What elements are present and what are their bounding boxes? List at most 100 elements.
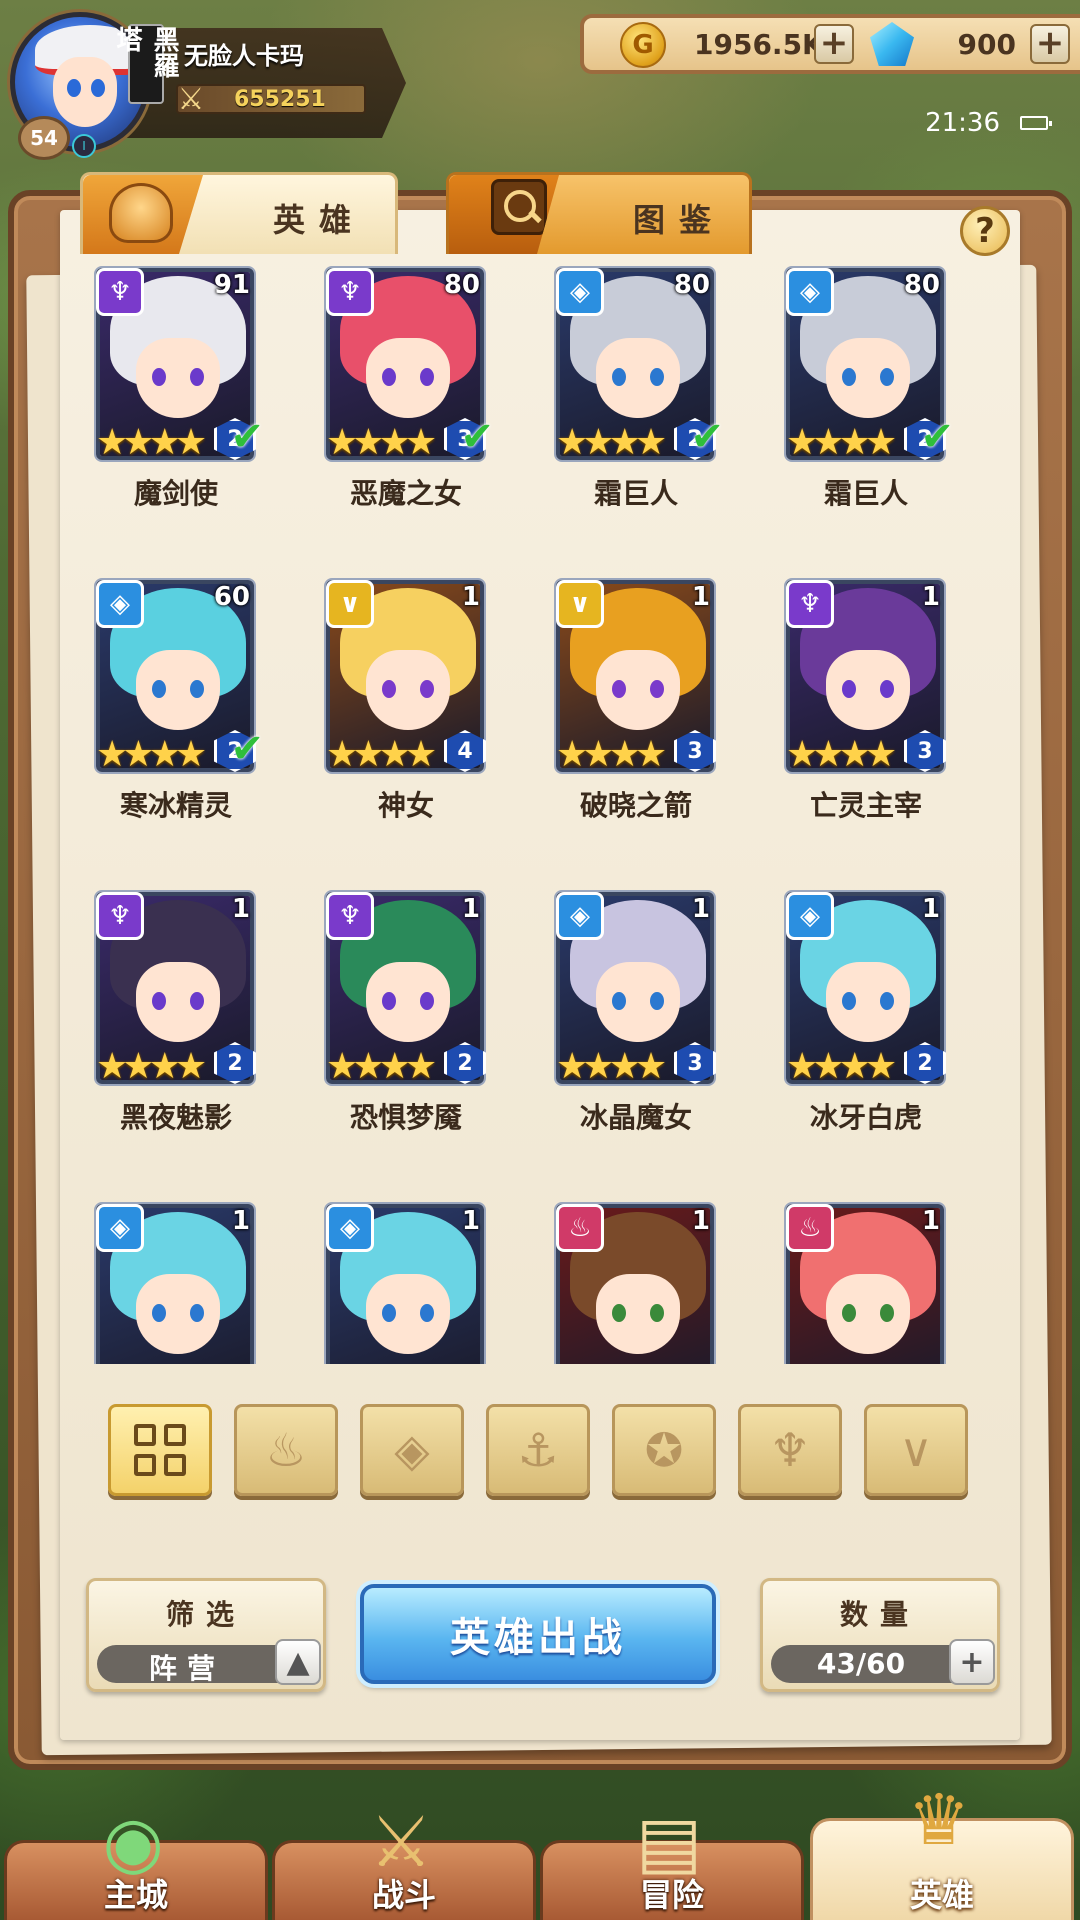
faction-purple-icon: ♆ bbox=[96, 268, 144, 316]
hero-stars: ★ ★ ★ ★ bbox=[786, 734, 897, 775]
nav-city[interactable]: ◉ 主城 bbox=[4, 1801, 268, 1920]
hero-card[interactable]: ◈ 1 bbox=[290, 1198, 490, 1364]
hero-grid[interactable]: ♆ 91 ★ ★ ★ ★ 2 ✔ 魔剑使 ♆ 80 ★ ★ ★ ★ 3 ✔ 恶魔之女 ◈ 80 ★ ★ ★ ★ 2 ✔ 霜巨人 ◈ 80… bbox=[60, 262, 1020, 1364]
hero-card[interactable]: ◈ 80 ★ ★ ★ ★ 2 ✔ 霜巨人 bbox=[750, 262, 954, 510]
bottom-nav: ◉ 主城 ⚔ 战斗 ▤ 冒险 ♛ 英雄 bbox=[0, 1779, 1080, 1920]
hero-level: 91 bbox=[213, 270, 250, 300]
tab-heroes[interactable]: 英雄 bbox=[80, 172, 398, 254]
expand-slots-button[interactable]: + bbox=[949, 1639, 995, 1685]
hero-card[interactable]: ♨ 1 bbox=[520, 1198, 720, 1364]
hero-name: 破晓之箭 bbox=[579, 789, 692, 822]
hero-name: 冰晶魔女 bbox=[579, 1101, 692, 1134]
grid-icon bbox=[134, 1424, 186, 1476]
gold-coin-icon: G bbox=[620, 22, 666, 68]
faction-red-icon: ♨ bbox=[556, 1204, 604, 1252]
star-icon: ★ bbox=[174, 422, 208, 463]
deployed-check-icon: ✔ bbox=[460, 414, 494, 460]
faction-holy-filter[interactable]: ∨ bbox=[864, 1404, 968, 1496]
nav-adventure-label: 冒险 bbox=[639, 1876, 704, 1914]
ice-crystal-icon: ◈ bbox=[394, 1423, 430, 1477]
hero-level: 1 bbox=[461, 1206, 480, 1236]
filter-dropdown-button[interactable]: ▲ bbox=[275, 1639, 321, 1685]
hero-card[interactable]: ◈ 1 ★ ★ ★ ★ 2 冰牙白虎 bbox=[750, 886, 950, 1134]
deployed-check-icon: ✔ bbox=[230, 414, 264, 460]
hero-level: 1 bbox=[691, 582, 710, 612]
hero-card[interactable]: ◈ 1 bbox=[60, 1198, 260, 1364]
hero-card[interactable]: ♆ 80 ★ ★ ★ ★ 3 ✔ 恶魔之女 bbox=[290, 262, 494, 510]
faction-ice-filter[interactable]: ◈ bbox=[360, 1404, 464, 1496]
chevron-up-icon: ▲ bbox=[286, 1644, 310, 1680]
hero-stars: ★ ★ ★ ★ bbox=[96, 734, 207, 775]
hero-card[interactable]: ♆ 1 ★ ★ ★ ★ 2 恐惧梦魇 bbox=[290, 886, 490, 1134]
nav-battle[interactable]: ⚔ 战斗 bbox=[272, 1801, 536, 1920]
diamond-icon bbox=[870, 22, 914, 66]
nav-battle-label: 战斗 bbox=[371, 1876, 436, 1914]
faction-anchor-filter[interactable]: ⚓ bbox=[486, 1404, 590, 1496]
hero-card[interactable]: ∨ 1 ★ ★ ★ ★ 3 破晓之箭 bbox=[520, 574, 720, 822]
hero-crest-icon: ♛ bbox=[907, 1779, 971, 1861]
tab-gallery[interactable]: 图鉴 bbox=[446, 172, 752, 254]
hero-count-control: 数量 43/60 + bbox=[760, 1578, 1000, 1692]
star-icon: ★ bbox=[864, 422, 898, 463]
faction-beast-filter[interactable]: ✪ bbox=[612, 1404, 716, 1496]
hero-name: 黑夜魅影 bbox=[119, 1101, 232, 1134]
faction-flame-filter[interactable]: ♨ bbox=[234, 1404, 338, 1496]
nav-adventure[interactable]: ▤ 冒险 bbox=[540, 1801, 804, 1920]
player-info[interactable]: 黑羅塔 54 Ⅰ 无脸人卡玛 ⚔ 655251 bbox=[6, 8, 416, 160]
hero-level: 60 bbox=[213, 582, 250, 612]
star-icon: ★ bbox=[864, 1046, 898, 1087]
all-filter[interactable] bbox=[108, 1404, 212, 1496]
combat-power: ⚔ 655251 bbox=[176, 82, 366, 117]
hero-stars: ★ ★ ★ ★ bbox=[786, 1046, 897, 1087]
vip-badge: Ⅰ bbox=[72, 134, 96, 158]
star-icon: ★ bbox=[174, 734, 208, 775]
clock: 21:36 bbox=[925, 108, 1000, 138]
hero-card[interactable]: ◈ 1 ★ ★ ★ ★ 3 冰晶魔女 bbox=[520, 886, 720, 1134]
faction-gold-icon: ∨ bbox=[556, 580, 604, 628]
star-icon: ★ bbox=[634, 734, 668, 775]
hero-name: 寒冰精灵 bbox=[119, 789, 232, 822]
hero-level: 1 bbox=[691, 894, 710, 924]
faction-gold-icon: ∨ bbox=[326, 580, 374, 628]
hero-name: 魔剑使 bbox=[133, 477, 218, 510]
nav-city-label: 主城 bbox=[103, 1876, 168, 1914]
battery-icon bbox=[1020, 116, 1052, 130]
hero-card[interactable]: ◈ 80 ★ ★ ★ ★ 2 ✔ 霜巨人 bbox=[520, 262, 724, 510]
hero-level: 1 bbox=[231, 894, 250, 924]
demon-horns-icon: ♆ bbox=[769, 1423, 811, 1477]
nav-heroes[interactable]: ♛ 英雄 bbox=[810, 1779, 1074, 1920]
count-title: 数量 bbox=[839, 1598, 920, 1631]
hero-card[interactable]: ♨ 1 bbox=[750, 1198, 950, 1364]
hero-card[interactable]: ◈ 60 ★ ★ ★ ★ 2 ✔ 寒冰精灵 bbox=[60, 574, 264, 822]
hero-level: 1 bbox=[691, 1206, 710, 1236]
filter-select[interactable]: 阵营 ▲ bbox=[97, 1639, 321, 1685]
hero-card[interactable]: ♆ 1 ★ ★ ★ ★ 2 黑夜魅影 bbox=[60, 886, 260, 1134]
star-icon: ★ bbox=[174, 1046, 208, 1087]
hero-stars: ★ ★ ★ ★ bbox=[556, 422, 667, 463]
hero-card[interactable]: ∨ 1 ★ ★ ★ ★ 4 神女 bbox=[290, 574, 490, 822]
add-gold-button[interactable]: + bbox=[814, 24, 854, 64]
guild-tag: 黑羅塔 bbox=[112, 24, 179, 104]
help-button[interactable]: ? bbox=[960, 206, 1010, 256]
hero-name: 冰牙白虎 bbox=[809, 1101, 922, 1134]
hero-name: 恶魔之女 bbox=[349, 477, 462, 510]
hero-card[interactable]: ♆ 1 ★ ★ ★ ★ 3 亡灵主宰 bbox=[750, 574, 950, 822]
player-name: 无脸人卡玛 bbox=[184, 42, 304, 70]
faction-blue-icon: ◈ bbox=[96, 1204, 144, 1252]
hero-level: 80 bbox=[673, 270, 710, 300]
flame-icon: ♨ bbox=[265, 1423, 307, 1477]
add-gems-button[interactable]: + bbox=[1030, 24, 1070, 64]
hero-name: 恐惧梦魇 bbox=[349, 1101, 462, 1134]
hero-level: 1 bbox=[231, 1206, 250, 1236]
hero-card[interactable]: ♆ 91 ★ ★ ★ ★ 2 ✔ 魔剑使 bbox=[60, 262, 264, 510]
faction-demon-filter[interactable]: ♆ bbox=[738, 1404, 842, 1496]
hero-stars: ★ ★ ★ ★ bbox=[96, 422, 207, 463]
faction-blue-icon: ◈ bbox=[96, 580, 144, 628]
faction-purple-icon: ♆ bbox=[96, 892, 144, 940]
magnifier-icon bbox=[491, 179, 547, 235]
deploy-heroes-button[interactable]: 英雄出战 bbox=[360, 1584, 716, 1684]
gold-value: 1956.5K bbox=[694, 28, 824, 61]
hero-count-bar: 43/60 + bbox=[771, 1639, 995, 1685]
plus-icon: + bbox=[959, 1644, 985, 1680]
hero-stars: ★ ★ ★ ★ bbox=[96, 1046, 207, 1087]
